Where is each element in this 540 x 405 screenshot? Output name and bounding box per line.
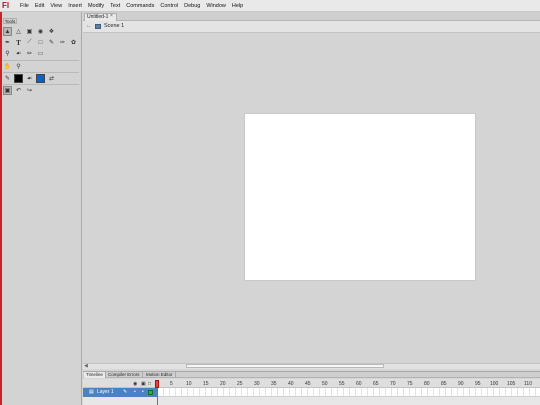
straighten-icon[interactable]: ↪ [25, 86, 34, 95]
timeline-header [83, 379, 540, 388]
timeline-empty-area [83, 397, 540, 405]
frame-number: 30 [254, 381, 260, 387]
frame-number: 20 [220, 381, 226, 387]
menu-help[interactable]: Help [232, 3, 243, 9]
stage[interactable] [244, 113, 476, 281]
menu-view[interactable]: View [50, 3, 62, 9]
frame-number: 100 [490, 381, 499, 387]
bone-tool-icon[interactable]: ⚲ [3, 49, 12, 58]
tab-timeline[interactable]: Timeline [84, 372, 106, 378]
frame-number: 70 [390, 381, 396, 387]
brush-tool-icon[interactable]: ✑ [58, 38, 67, 47]
frame-number: 65 [373, 381, 379, 387]
layer-outline-color-icon[interactable] [148, 390, 153, 395]
tab-compiler-errors[interactable]: Compiler Errors [106, 372, 143, 378]
frame-number: 55 [339, 381, 345, 387]
layer-name[interactable]: Layer 1 [97, 389, 114, 396]
frame-number: 105 [507, 381, 516, 387]
frame-number: 110 [524, 381, 532, 387]
tool-row-6: ▣ ↶ ↪ [3, 86, 34, 95]
visibility-dot-icon[interactable]: • [134, 389, 136, 396]
menu-text[interactable]: Text [110, 3, 120, 9]
document-tab-bar [83, 12, 540, 21]
menu-modify[interactable]: Modify [88, 3, 104, 9]
smooth-icon[interactable]: ↶ [14, 86, 23, 95]
selection-tool-icon[interactable]: ▲ [3, 27, 12, 36]
free-transform-tool-icon[interactable]: ▣ [25, 27, 34, 36]
menu-insert[interactable]: Insert [68, 3, 82, 9]
frame-number: 95 [475, 381, 481, 387]
eyedropper-tool-icon[interactable]: ✏ [25, 49, 34, 58]
show-hide-icon[interactable]: ◉ [133, 381, 137, 387]
text-tool-icon[interactable]: T [14, 38, 23, 47]
stroke-color-swatch[interactable] [14, 74, 23, 83]
frame-number: 25 [237, 381, 243, 387]
layer-type-icon: ▤ [89, 389, 94, 395]
paint-bucket-tool-icon[interactable]: ☙ [14, 49, 23, 58]
back-arrow-icon[interactable]: ← [86, 23, 92, 29]
frame-number: 45 [305, 381, 311, 387]
lock-dot-icon[interactable]: • [142, 389, 144, 396]
scrollbar-thumb[interactable] [186, 364, 384, 368]
tool-row-5: ✎ ☙ ⇄ [3, 74, 56, 83]
lasso-tool-icon[interactable]: ❖ [47, 27, 56, 36]
menu-commands[interactable]: Commands [126, 3, 154, 9]
playhead[interactable] [155, 380, 159, 388]
line-tool-icon[interactable]: ⟋ [25, 38, 34, 47]
frame-number: 15 [203, 381, 209, 387]
tool-row-1: ▲ △ ▣ ◉ ❖ [3, 27, 56, 36]
eraser-tool-icon[interactable]: ▭ [36, 49, 45, 58]
menu-items: File Edit View Insert Modify Text Comman… [20, 0, 243, 12]
fill-color-swatch[interactable] [36, 74, 45, 83]
subselection-tool-icon[interactable]: △ [14, 27, 23, 36]
snap-to-objects-icon[interactable]: ▣ [3, 86, 12, 95]
close-tab-icon[interactable]: × [110, 13, 116, 20]
frame-number: 80 [424, 381, 430, 387]
pencil-icon: ✎ [123, 389, 128, 395]
frame-number: 5 [170, 381, 173, 387]
layer-row[interactable] [83, 388, 158, 397]
deco-tool-icon[interactable]: ✿ [69, 38, 78, 47]
frame-number: 10 [186, 381, 192, 387]
tools-divider [3, 84, 79, 85]
fill-color-icon[interactable]: ☙ [25, 74, 34, 83]
tools-panel-tab[interactable]: Tools [3, 18, 17, 24]
menu-edit[interactable]: Edit [35, 3, 44, 9]
frame-number: 50 [322, 381, 328, 387]
frame-number: 60 [356, 381, 362, 387]
frame-number: 35 [271, 381, 277, 387]
zoom-tool-icon[interactable]: ⚲ [14, 62, 23, 71]
app-logo: Fl [2, 1, 10, 10]
scroll-left-arrow-icon[interactable]: ◀ [84, 363, 88, 369]
swap-colors-icon[interactable]: ⇄ [47, 74, 56, 83]
frame-number: 85 [441, 381, 447, 387]
stroke-color-icon[interactable]: ✎ [3, 74, 12, 83]
pencil-tool-icon[interactable]: ✎ [47, 38, 56, 47]
menu-debug[interactable]: Debug [184, 3, 200, 9]
edit-bar [83, 21, 540, 33]
pen-tool-icon[interactable]: ✒ [3, 38, 12, 47]
playhead-line [157, 388, 158, 405]
lock-icon[interactable]: ▣ [141, 381, 146, 387]
scene-breadcrumb[interactable]: Scene 1 [104, 23, 124, 29]
menu-control[interactable]: Control [160, 3, 178, 9]
frames-row[interactable] [158, 388, 540, 397]
rectangle-tool-icon[interactable]: □ [36, 38, 45, 47]
menu-window[interactable]: Window [206, 3, 226, 9]
panel-edge [0, 12, 2, 405]
tools-divider [3, 72, 79, 73]
tool-row-3: ⚲ ☙ ✏ ▭ [3, 49, 45, 58]
hand-tool-icon[interactable]: ✋ [3, 62, 12, 71]
tab-motion-editor[interactable]: Motion Editor [144, 372, 176, 378]
frame-number: 90 [458, 381, 464, 387]
menu-file[interactable]: File [20, 3, 29, 9]
tool-row-4: ✋ ⚲ [3, 62, 23, 71]
outline-icon[interactable]: □ [148, 381, 151, 387]
tools-divider [3, 60, 79, 61]
tool-row-2: ✒ T ⟋ □ ✎ ✑ ✿ [3, 38, 78, 47]
frame-number: 40 [288, 381, 294, 387]
frame-number: 75 [407, 381, 413, 387]
scene-icon [95, 24, 101, 29]
3d-rotation-tool-icon[interactable]: ◉ [36, 27, 45, 36]
